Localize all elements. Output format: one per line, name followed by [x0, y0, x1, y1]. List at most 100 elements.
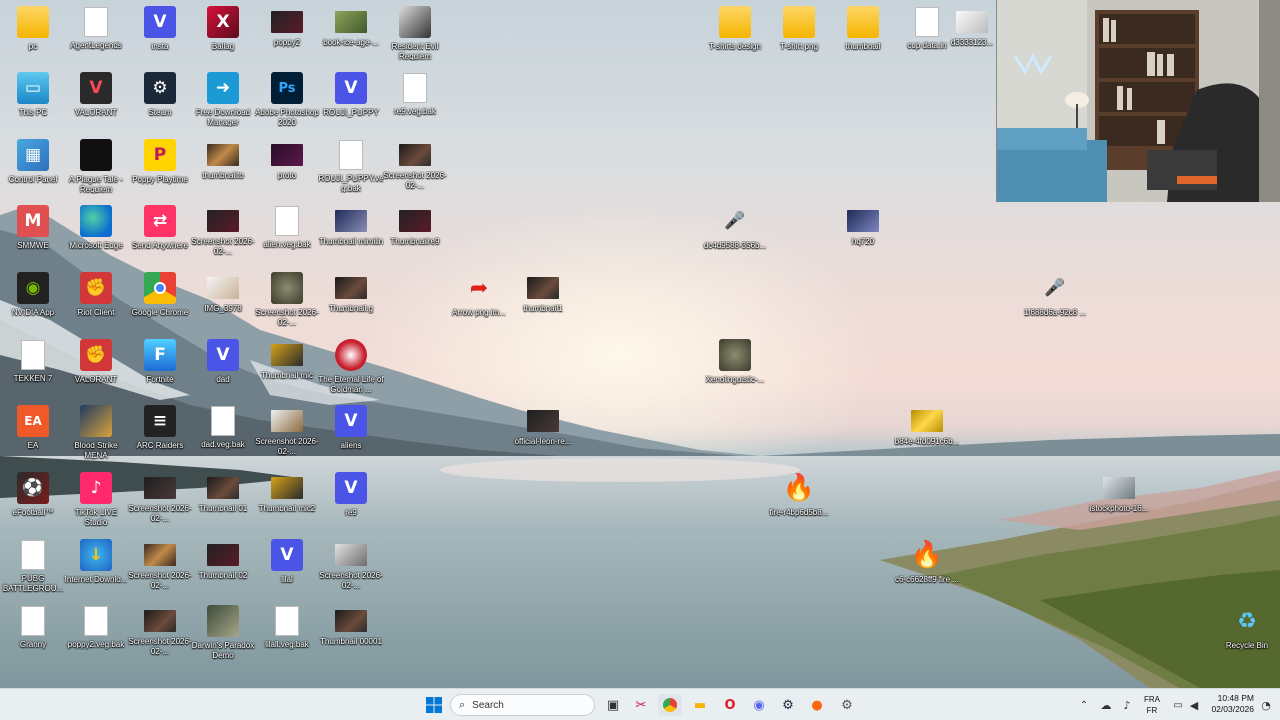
desktop-icon-screenshot-1[interactable]: Screenshot 2026-02-... — [127, 468, 193, 534]
desktop-icon-ballag[interactable]: X Ballag — [190, 2, 256, 68]
taskbar-app-firefox[interactable]: ● — [805, 694, 829, 716]
taskbar-clock[interactable]: 10:48 PM 02/03/2026 — [1206, 693, 1254, 715]
desktop-icon-plague-tale[interactable]: A Plague Tale - Requiem — [63, 135, 129, 201]
desktop-icon-screenshot-2[interactable]: Screenshot 2026-02-... — [127, 535, 193, 601]
desktop-icon-chrome[interactable]: Google Chrome — [127, 268, 193, 334]
desktop-icon-re-requiem[interactable]: Resident Evil Requiem — [382, 2, 448, 68]
desktop-icon-agentlegends[interactable]: AgentLegends — [63, 2, 129, 68]
desktop-icon-thumbnail-mic2[interactable]: Thumbnail mic2 — [254, 468, 320, 534]
desktop-icon-blood-strike[interactable]: Blood Strike MENA — [63, 401, 129, 467]
show-hidden-icons-button[interactable]: ⌃ — [1072, 694, 1096, 716]
taskbar-app-file-explorer[interactable]: ▬ — [688, 694, 712, 716]
tray-volume-button[interactable]: ◀ — [1182, 694, 1206, 716]
desktop-icon-official-leon[interactable]: official-leon-re... — [510, 401, 576, 467]
desktop-icon-alien-bak[interactable]: alien.veg.bak — [254, 201, 320, 267]
icon-label: proto — [277, 171, 297, 180]
desktop-icon-dc4d[interactable]: 🎤 dc4d9588-356b... — [702, 201, 768, 267]
desktop-icon-tshirts-design[interactable]: T-shirts design — [702, 2, 768, 68]
desktop-icon-fire-2[interactable]: 🔥 c6-c6628ff9 fire ... — [894, 535, 960, 601]
desktop-icon-steam[interactable]: ⚙ Steam — [127, 68, 193, 134]
desktop-icon-dad-bak[interactable]: dad.veg.bak — [190, 401, 256, 467]
desktop-icon-fdm[interactable]: ➜ Free Download Manager — [190, 68, 256, 134]
desktop-icon-thumbnail-mimilin[interactable]: Thumbnail mimilin — [318, 201, 384, 267]
desktop-icon-re9[interactable]: Vre9 — [318, 468, 384, 534]
desktop-icon-screenshot-7[interactable]: Screenshot 2026-02-... — [318, 535, 384, 601]
desktop-icon-hq720[interactable]: hq720 — [830, 201, 896, 267]
desktop-icon-aliens[interactable]: Valiens — [318, 401, 384, 467]
desktop-icon-screenshot-8[interactable]: Screenshot 2026-02-... — [382, 135, 448, 201]
desktop-icon-arc-raiders[interactable]: ≡ ARC Raiders — [127, 401, 193, 467]
desktop-icon-xenolinguistic[interactable]: Xenolinguistic-... — [702, 335, 768, 401]
desktop-icon-dad[interactable]: Vdad — [190, 335, 256, 401]
desktop-icon-1f688d6a[interactable]: 🎤 1f688d6a-92c8 ... — [1022, 268, 1088, 334]
desktop-icon-thumbnail-g[interactable]: Thumbnail.g — [318, 268, 384, 334]
desktop-icon-eternal-life[interactable]: The Eternal Life of Goldman ... — [318, 335, 384, 401]
desktop-icon-tekken[interactable]: TEKKEN 7 — [0, 335, 66, 401]
desktop-icon-re9-bak[interactable]: re9.veg.bak — [382, 68, 448, 134]
taskbar-app-snipping[interactable]: ✂ — [629, 694, 653, 716]
desktop-icon-recycle-bin[interactable]: ♻ Recycle Bin — [1214, 601, 1280, 667]
desktop-icon-pubg[interactable]: PUBG BATTLEGROU... — [0, 535, 66, 601]
taskbar-app-discord[interactable]: ◉ — [747, 694, 771, 716]
desktop-icon-darwins-paradox[interactable]: Darwin's Paradox Demo — [190, 601, 256, 667]
desktop-icon-thumbnail-00001[interactable]: Thumbnail 00001 — [318, 601, 384, 667]
taskbar-app-opera[interactable]: O — [718, 694, 742, 716]
image-thumbnail-icon — [207, 544, 239, 566]
desktop-icon-smmwe[interactable]: M SMMWE — [0, 201, 66, 267]
desktop-icon-efootball[interactable]: ⚽ eFootball™ — [0, 468, 66, 534]
desktop-icon-riot-client[interactable]: ✊ Riot Client — [63, 268, 129, 334]
taskbar-app-steam[interactable]: ⚙ — [776, 694, 800, 716]
desktop-icon-thumbnail-01[interactable]: Thumbnail 01 — [190, 468, 256, 534]
desktop-icon-granny[interactable]: Granny — [0, 601, 66, 667]
icon-label: Ballag — [211, 42, 235, 51]
start-button[interactable] — [422, 694, 446, 716]
notifications-button[interactable]: ◔ — [1254, 694, 1278, 716]
desktop-icon-img-3978[interactable]: IMG_3978 — [190, 268, 256, 334]
language-indicator[interactable]: FRA FR — [1140, 694, 1164, 716]
desktop-icon-rouji-puppy-bak[interactable]: ROUJI_PUPPY.veg.bak — [318, 135, 384, 201]
desktop-icon-edge[interactable]: Microsoft Edge — [63, 201, 129, 267]
desktop-icon-proto[interactable]: proto — [254, 135, 320, 201]
desktop-icon-ea[interactable]: EA EA — [0, 401, 66, 467]
desktop-icon-d333[interactable]: d3333123... — [948, 2, 996, 68]
desktop-icon-arrow-png[interactable]: ➦ Arrow png im... — [446, 268, 512, 334]
desktop-icon-control-panel[interactable]: ▦ Control Panel — [0, 135, 66, 201]
tray-microphone-button[interactable]: ♪ — [1115, 694, 1139, 716]
desktop-icon-thumbnailre9[interactable]: Thumbnailre9 — [382, 201, 448, 267]
desktop-icon-screenshot-4[interactable]: Screenshot 2026-02-... — [190, 201, 256, 267]
desktop-icon-b84e[interactable]: b84e-4fd091c6b... — [894, 401, 960, 467]
desktop-icon-rouji-puppy[interactable]: V ROUJI_PUPPY — [318, 68, 384, 134]
desktop-icon-thumbnailto[interactable]: thumbnailto — [190, 135, 256, 201]
desktop-icon-screenshot-6[interactable]: Screenshot 2026-02-... — [254, 401, 320, 467]
desktop-icon-thumbnail-02[interactable]: Thumbnail 02 — [190, 535, 256, 601]
taskbar-app-settings[interactable]: ⚙ — [835, 694, 859, 716]
desktop-icon-lilall-bak[interactable]: lilall.veg.bak — [254, 601, 320, 667]
desktop-icon-nvidia-app[interactable]: ◉ NVIDIA App — [0, 268, 66, 334]
desktop-icon-valorant-2[interactable]: ✊ VALORANT — [63, 335, 129, 401]
desktop-icon-screenshot-3[interactable]: Screenshot 2026-02-... — [127, 601, 193, 667]
desktop-icon-send-anywhere[interactable]: ⇄ Send Anywhere — [127, 201, 193, 267]
desktop-icon-tiktok-live[interactable]: ♪ TikTok LIVE Studio — [63, 468, 129, 534]
desktop-icon-poppy-playtime[interactable]: P Poppy Playtime — [127, 135, 193, 201]
desktop-icon-screenshot-5[interactable]: Screenshot 2026-02-... — [254, 268, 320, 334]
desktop-icon-fortnite[interactable]: F Fortnite — [127, 335, 193, 401]
desktop-icon-thumbnail-mic[interactable]: Thumbnail mic — [254, 335, 320, 401]
desktop-icon-thumbnail1[interactable]: thumbnail1 — [510, 268, 576, 334]
task-view-button[interactable]: ▣ — [601, 694, 625, 716]
desktop-icon-istockphoto[interactable]: istockphoto-16... — [1086, 468, 1152, 534]
desktop-icon-valorant[interactable]: V VALORANT — [63, 68, 129, 134]
desktop-icon-thumbnail-folder[interactable]: thumbnail — [830, 2, 896, 68]
taskbar-search[interactable]: ⌕ Search — [450, 694, 595, 716]
desktop-icon-poppy2-bak[interactable]: poppy2.veg.bak — [63, 601, 129, 667]
desktop-icon-idm[interactable]: ↓ Internet Downlo... — [63, 535, 129, 601]
desktop-icon-tshirt-png[interactable]: T-shirt png — [766, 2, 832, 68]
desktop-icon-photoshop[interactable]: Ps Adobe Photoshop 2020 — [254, 68, 320, 134]
desktop-icon-lilal[interactable]: Vlilal — [254, 535, 320, 601]
desktop-icon-insta[interactable]: Vinsta — [127, 2, 193, 68]
desktop-icon-book-ice-age[interactable]: book-ice-age-... — [318, 2, 384, 68]
desktop-icon-poppy2[interactable]: poppy2 — [254, 2, 320, 68]
desktop-icon-pc[interactable]: pc — [0, 2, 66, 68]
desktop-icon-fire-1[interactable]: 🔥 fire-r4bp6d5b8... — [766, 468, 832, 534]
desktop-icon-this-pc[interactable]: ▭ This PC — [0, 68, 66, 134]
taskbar-app-chrome[interactable] — [658, 694, 682, 716]
